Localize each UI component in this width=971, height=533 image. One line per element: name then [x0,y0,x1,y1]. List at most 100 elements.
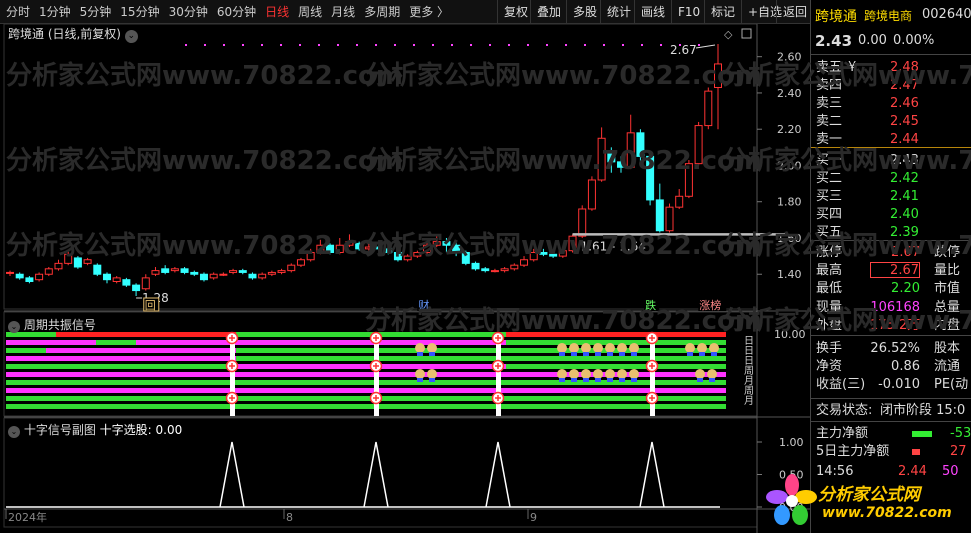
quote-label-2: 市值 [934,281,961,297]
logo-cn: 分析家公式网 [818,485,920,505]
signal-dot [698,44,700,46]
money-bag-icon [569,369,579,379]
resonance-row-label: 月 [744,395,754,407]
money-bag-icon [629,343,639,353]
period-tab[interactable]: 多周期 [364,3,400,20]
high-annotation: 2.67 [670,43,697,57]
event-marker[interactable]: 财 [418,298,429,312]
period-tab[interactable]: 更多 〉 [409,3,449,20]
money-bag-base [417,378,423,382]
diamond-icon[interactable]: ◇ [724,28,733,41]
money-bag-base [583,378,589,382]
sub2-ytick: 1.00 [779,436,804,449]
quote-label: 最低 [816,281,843,297]
money-bag-icon [709,343,719,353]
price-change-pct: 0.00% [893,33,935,48]
event-marker[interactable]: 涨榜 [699,298,721,312]
signal-spike [363,441,389,508]
event-marker[interactable]: 跌 [645,298,656,312]
collapse-icon[interactable]: ⌄ [8,426,20,438]
quote-value: 106168 [870,299,920,315]
toolbar-button[interactable]: 叠加 [530,0,567,24]
period-tab[interactable]: 15分钟 [120,3,159,20]
candle-body [83,259,92,264]
candle-body [44,268,53,275]
quote-value: 26.52% [870,341,920,356]
period-tab[interactable]: 日线 [265,3,289,20]
quote-value: 175.2万 [870,317,921,333]
toolbar-button[interactable]: 标记 [704,0,741,24]
money-bag-icon [707,369,717,379]
collapse-icon[interactable]: ⌄ [8,321,20,333]
chevron-down-icon[interactable]: ⌄ [124,30,138,43]
candle-body [6,271,14,274]
period-tab[interactable]: 30分钟 [169,3,208,20]
candle-body [306,251,315,261]
toolbar-button[interactable]: F10 [671,0,706,24]
window-icon[interactable] [741,28,752,39]
yaxis-tick-label: 2.20 [777,123,802,136]
candle-body [529,251,538,261]
candle-body [578,208,587,237]
signal-dot [318,44,320,46]
candle-body [25,277,34,282]
money-bag-base [595,378,601,382]
period-tab[interactable]: 月线 [331,3,355,20]
divider [811,398,971,399]
divider [811,240,971,241]
orderbook-price: 2.41 [890,188,919,204]
resonance-stripe [6,404,726,409]
money-bag-icon [581,343,591,353]
chart-title: 跨境通 (日线,前复权) ⌄ [8,25,138,43]
signal-dot [546,44,548,46]
period-tab[interactable]: 周线 [298,3,322,20]
quote-label-2: 内盘 [934,317,961,333]
signal-dot [356,44,358,46]
candle-body [267,271,276,275]
logo: 分析家公式网 www.70822.com [762,470,971,533]
toolbar-button[interactable]: 画线 [634,0,671,24]
candle-body [209,273,218,279]
signal-dot [299,44,301,46]
status-value: 闭市阶段 15:0 [880,403,966,418]
xaxis-label: 8 [286,511,293,524]
candle-body [646,155,655,201]
toolbar-button[interactable]: 复权 [497,0,534,24]
signal-dot [527,44,529,46]
period-tab[interactable]: 分时 [6,3,30,20]
orderbook-price: 2.47 [890,78,919,94]
period-tab[interactable]: 60分钟 [217,3,256,20]
orderbook-price: 2.43 [890,152,919,168]
candle-body [238,270,247,273]
candle-body [568,235,577,252]
event-marker[interactable]: 回 [145,299,156,312]
quote-value: 2.67 [891,245,920,260]
range-annotation: 1.61 - 1.64 [581,239,646,253]
toolbar-button[interactable]: 返回 [776,0,813,24]
stock-code: 002640 [922,7,971,22]
candle-body [248,273,257,279]
currency-icon: ¥ [848,60,857,75]
stock-sector[interactable]: 跨境电商 [864,7,912,24]
toolbar-button[interactable]: 统计 [600,0,637,24]
candle-body [694,125,703,165]
resonance-stripe [46,348,236,353]
toolbar-button[interactable]: 多股 [566,0,603,24]
candle-body [481,268,490,272]
main-panel-frame [3,24,758,310]
period-tab[interactable]: 1分钟 [39,3,71,20]
candle-body [442,241,451,246]
chart-area[interactable]: 2.602.402.202.001.801.601.402.671.281.61… [0,24,810,533]
signal-dot [394,44,396,46]
candle-body [684,163,693,197]
money-bag-base [583,352,589,356]
candle-body [180,268,189,273]
quote-label-2: PE(动 [934,377,969,393]
yaxis-tick-label: 2.00 [777,159,802,172]
orderbook-label: 卖二 [816,114,843,130]
period-tab[interactable]: 5分钟 [80,3,112,20]
candle-body [190,271,199,275]
money-bag-icon [581,369,591,379]
sub1-title: ⌄ 周期共振信号 [8,316,96,333]
candle-body [626,132,635,168]
